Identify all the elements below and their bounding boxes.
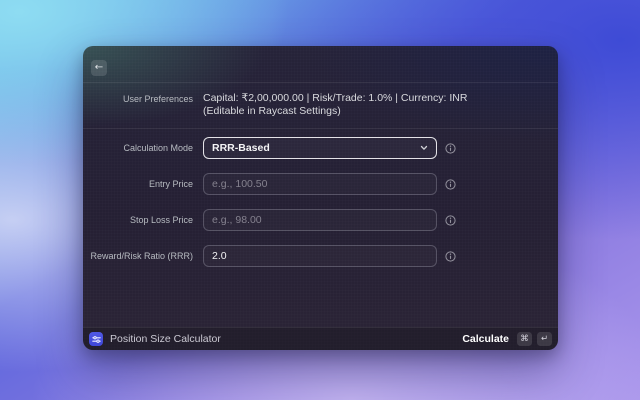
stop-loss-price-label: Stop Loss Price	[83, 214, 193, 226]
chevron-down-icon	[420, 145, 428, 151]
calculation-mode-value: RRR-Based	[212, 142, 270, 154]
reward-risk-ratio-label: Reward/Risk Ratio (RRR)	[83, 250, 193, 262]
user-preferences-label: User Preferences	[83, 92, 193, 128]
stop-loss-price-row: Stop Loss Price	[83, 209, 558, 231]
raycast-window: ← User Preferences Capital: ₹2,00,000.00…	[83, 46, 558, 350]
entry-price-input[interactable]	[203, 173, 437, 195]
calculation-mode-label: Calculation Mode	[83, 142, 193, 154]
info-icon[interactable]	[445, 251, 456, 262]
calculate-label: Calculate	[462, 333, 509, 345]
position-size-form: Calculation Mode RRR-Based Entry Pr	[83, 129, 558, 267]
action-bar: Position Size Calculator Calculate ⌘ ↵	[83, 327, 558, 350]
stop-loss-price-input[interactable]	[203, 209, 437, 231]
preferences-value-line1: Capital: ₹2,00,000.00 | Risk/Trade: 1.0%…	[203, 92, 542, 105]
calculate-button[interactable]: Calculate ⌘ ↵	[462, 332, 552, 346]
user-preferences-row: User Preferences Capital: ₹2,00,000.00 |…	[83, 83, 558, 129]
calculation-mode-dropdown[interactable]: RRR-Based	[203, 137, 437, 159]
sliders-icon	[89, 332, 103, 346]
desktop-background: ← User Preferences Capital: ₹2,00,000.00…	[0, 0, 640, 400]
entry-price-label: Entry Price	[83, 178, 193, 190]
reward-risk-ratio-row: Reward/Risk Ratio (RRR)	[83, 245, 558, 267]
return-key-icon: ↵	[537, 332, 552, 346]
extension-title: Position Size Calculator	[110, 333, 221, 345]
info-icon[interactable]	[445, 179, 456, 190]
info-icon[interactable]	[445, 143, 456, 154]
cmd-key-icon: ⌘	[517, 332, 532, 346]
window-titlebar: ←	[83, 46, 558, 83]
back-arrow-icon: ←	[95, 63, 103, 73]
reward-risk-ratio-input[interactable]	[203, 245, 437, 267]
info-icon[interactable]	[445, 215, 456, 226]
user-preferences-value: Capital: ₹2,00,000.00 | Risk/Trade: 1.0%…	[203, 92, 542, 128]
entry-price-row: Entry Price	[83, 173, 558, 195]
back-button[interactable]: ←	[91, 60, 107, 76]
preferences-value-line2: (Editable in Raycast Settings)	[203, 105, 542, 118]
calculation-mode-row: Calculation Mode RRR-Based	[83, 137, 558, 159]
